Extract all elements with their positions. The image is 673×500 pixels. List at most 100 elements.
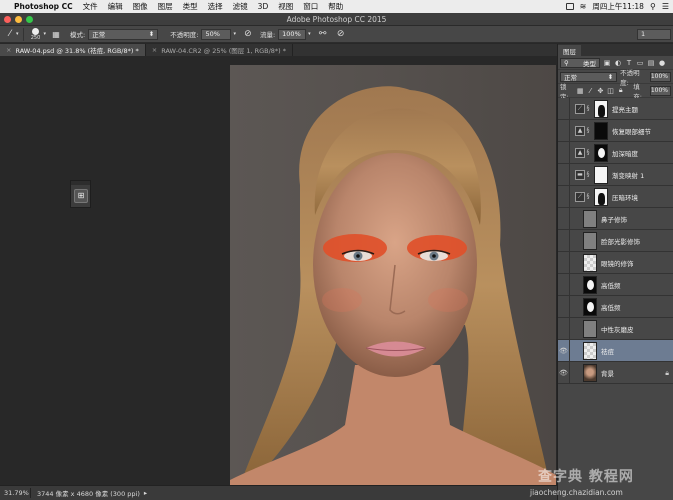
pressure-opacity-icon[interactable]: ⊘ <box>242 28 254 40</box>
airplay-icon[interactable] <box>565 3 574 10</box>
menu-filter[interactable]: 滤镜 <box>233 1 248 12</box>
flow-dropdown-icon[interactable]: ▾ <box>308 31 311 37</box>
document-info[interactable]: 3744 像素 x 4680 像素 (300 ppi) <box>30 488 140 498</box>
visibility-toggle[interactable] <box>558 97 570 120</box>
panel-tool-button[interactable]: ⊞ <box>74 189 88 203</box>
lock-all-icon[interactable]: 🔒︎ <box>617 86 624 95</box>
visibility-toggle[interactable] <box>558 317 570 340</box>
layer-row[interactable]: 👁︎ 祛痘 <box>558 339 673 362</box>
canvas-area[interactable]: ⊞ <box>0 56 557 485</box>
filter-type-icon[interactable]: T <box>625 59 633 67</box>
close-tab-icon[interactable]: × <box>152 46 157 54</box>
layer-row[interactable]: 中性灰磨皮 <box>558 317 673 340</box>
lock-artboard-icon[interactable]: ◫ <box>607 87 614 95</box>
list-icon[interactable]: ☰ <box>662 2 669 11</box>
menu-help[interactable]: 帮助 <box>328 1 343 12</box>
visibility-toggle[interactable] <box>558 251 570 274</box>
link-icon[interactable]: § <box>585 171 591 178</box>
link-icon[interactable]: § <box>585 105 591 112</box>
tab-layers[interactable]: 图层 <box>558 45 581 56</box>
pressure-size-icon[interactable]: ⊘ <box>335 28 347 40</box>
filter-pixel-icon[interactable]: ▣ <box>603 59 611 67</box>
layer-name[interactable]: 脸部光影修饰 <box>601 236 640 246</box>
filter-kind-select[interactable]: ⚲ 类型 <box>560 57 600 68</box>
menu-file[interactable]: 文件 <box>83 1 98 12</box>
mode-select[interactable]: 正常 ⬍ <box>88 28 159 40</box>
search-icon[interactable]: ⚲ <box>650 2 656 11</box>
brush-panel-icon[interactable]: ▦ <box>50 28 62 40</box>
flow-input[interactable]: 100% <box>278 28 307 40</box>
brush-preset-picker[interactable]: 250 <box>28 27 44 41</box>
layer-name[interactable]: 高低频 <box>601 302 621 312</box>
link-icon[interactable]: § <box>585 149 591 156</box>
layer-row[interactable]: ⟋ § 压暗环境 <box>558 185 673 208</box>
visibility-toggle[interactable] <box>558 185 570 208</box>
layer-row[interactable]: 鼻子修饰 <box>558 207 673 230</box>
eye-icon[interactable]: 👁︎ <box>558 339 570 362</box>
layer-row[interactable]: ▬ § 渐变映射 1 <box>558 163 673 186</box>
menu-layer[interactable]: 图层 <box>158 1 173 12</box>
wifi-icon[interactable]: ≋ <box>580 2 587 11</box>
brush-dropdown-icon[interactable]: ▾ <box>44 31 47 37</box>
link-icon[interactable]: § <box>585 193 591 200</box>
link-icon[interactable]: § <box>585 127 591 134</box>
layer-row[interactable]: ⟋ § 提亮主题 <box>558 97 673 120</box>
eye-icon[interactable]: 👁︎ <box>558 361 570 384</box>
opacity-input[interactable]: 50% <box>201 28 232 40</box>
layer-row[interactable]: ▲ § 加深暗度 <box>558 141 673 164</box>
filter-shape-icon[interactable]: ▭ <box>636 59 644 67</box>
layer-row[interactable]: ▲ § 恢复眼部细节 <box>558 119 673 142</box>
layer-row[interactable]: 脸部光影修饰 <box>558 229 673 252</box>
layer-row[interactable]: 眼镜的修饰 <box>558 251 673 274</box>
menu-edit[interactable]: 编辑 <box>108 1 123 12</box>
lock-transparent-icon[interactable]: ▦ <box>577 87 584 95</box>
visibility-toggle[interactable] <box>558 229 570 252</box>
layer-name[interactable]: 压暗环境 <box>612 192 638 202</box>
layer-name[interactable]: 渐变映射 1 <box>612 170 644 180</box>
layer-name[interactable]: 祛痘 <box>601 346 614 356</box>
zoom-level[interactable]: 31.79% <box>0 489 30 497</box>
layer-fill-input[interactable]: 100% <box>649 85 671 96</box>
clock[interactable]: 周四上午11:18 <box>592 1 644 12</box>
layer-name[interactable]: 加深暗度 <box>612 148 638 158</box>
chevron-right-icon[interactable]: ▸ <box>144 489 147 497</box>
menu-type[interactable]: 类型 <box>183 1 198 12</box>
visibility-toggle[interactable] <box>558 163 570 186</box>
layer-row[interactable]: 高低频 <box>558 273 673 296</box>
close-tab-icon[interactable]: × <box>6 46 11 54</box>
visibility-toggle[interactable] <box>558 119 570 142</box>
layer-name[interactable]: 提亮主题 <box>612 104 638 114</box>
app-menu[interactable]: Photoshop CC <box>14 2 73 11</box>
layer-name[interactable]: 背景 <box>601 368 614 378</box>
visibility-toggle[interactable] <box>558 273 570 296</box>
layer-name[interactable]: 中性灰磨皮 <box>601 324 634 334</box>
workspace-select[interactable]: 1 <box>637 28 671 40</box>
layer-name[interactable]: 恢复眼部细节 <box>612 126 651 136</box>
visibility-toggle[interactable] <box>558 207 570 230</box>
lock-position-icon[interactable]: ✥ <box>597 87 604 95</box>
layer-name[interactable]: 鼻子修饰 <box>601 214 627 224</box>
filter-adjustment-icon[interactable]: ◐ <box>614 59 622 67</box>
layer-opacity-input[interactable]: 100% <box>649 71 671 82</box>
menu-3d[interactable]: 3D <box>258 2 269 11</box>
menu-select[interactable]: 选择 <box>208 1 223 12</box>
menu-image[interactable]: 图像 <box>133 1 148 12</box>
menu-window[interactable]: 窗口 <box>303 1 318 12</box>
panel-header[interactable] <box>71 181 90 185</box>
tab-raw04-psd[interactable]: × RAW-04.psd @ 31.8% (祛痘, RGB/8*) * <box>0 44 146 56</box>
opacity-dropdown-icon[interactable]: ▾ <box>233 31 236 37</box>
tool-dropdown-icon[interactable]: ▾ <box>16 31 19 37</box>
lock-image-icon[interactable]: ⁄ <box>587 87 594 95</box>
filter-toggle-icon[interactable]: ● <box>658 59 666 67</box>
layer-row[interactable]: 高低频 <box>558 295 673 318</box>
brush-tool-icon[interactable]: ⁄ <box>4 28 16 40</box>
layer-name[interactable]: 眼镜的修饰 <box>601 258 634 268</box>
visibility-toggle[interactable] <box>558 141 570 164</box>
floating-tool-panel[interactable]: ⊞ <box>70 180 91 208</box>
menu-view[interactable]: 视图 <box>278 1 293 12</box>
airbrush-icon[interactable]: ⚯ <box>317 28 329 40</box>
layer-name[interactable]: 高低频 <box>601 280 621 290</box>
tab-raw04-cr2[interactable]: × RAW-04.CR2 @ 25% (图层 1, RGB/8*) * <box>146 44 294 56</box>
visibility-toggle[interactable] <box>558 295 570 318</box>
document-photo[interactable] <box>230 65 556 485</box>
